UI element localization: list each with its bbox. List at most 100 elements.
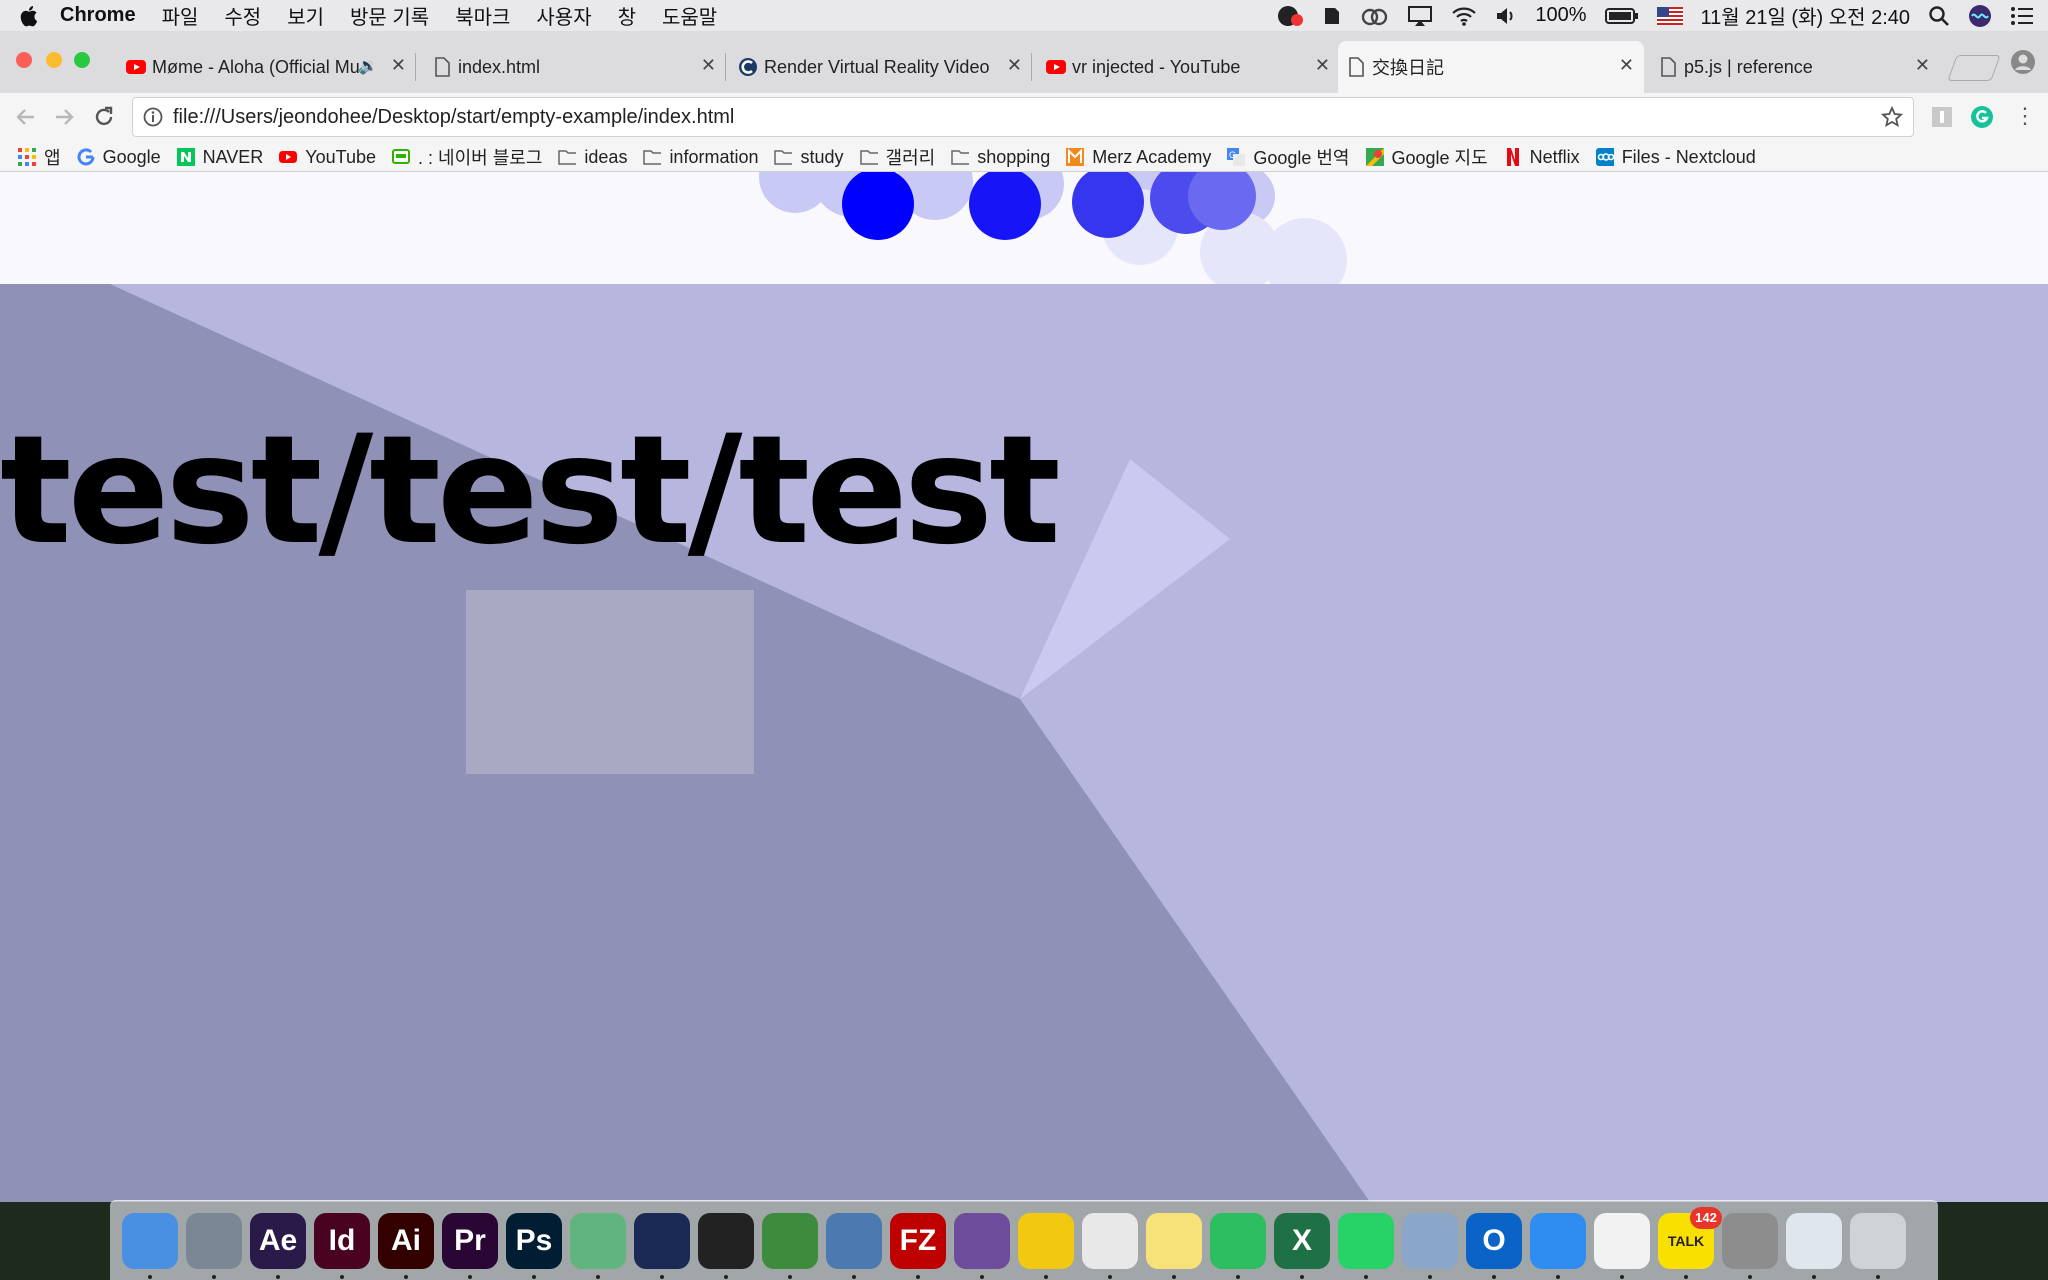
tab-close-icon[interactable]: ✕ xyxy=(391,55,406,76)
outlook-icon[interactable]: O xyxy=(1466,1212,1522,1279)
tab-exchange-diary-active[interactable]: 交換日記 ✕ xyxy=(1338,41,1644,93)
python-launcher-icon[interactable] xyxy=(826,1212,882,1279)
menu-people[interactable]: 사용자 xyxy=(536,1,591,30)
volume-icon[interactable] xyxy=(1495,6,1517,26)
illustrator-icon[interactable]: Ai xyxy=(378,1212,434,1279)
chrome-menu-icon[interactable]: ⋮ xyxy=(2014,103,2036,129)
itunes-icon[interactable] xyxy=(1594,1212,1650,1279)
launchpad-icon[interactable] xyxy=(186,1212,242,1279)
bookmark-folder-study[interactable]: study xyxy=(774,147,844,168)
cinema4d-icon[interactable] xyxy=(634,1212,690,1279)
bookmark-apps[interactable]: 앱 xyxy=(18,144,61,170)
bookmark-google-maps[interactable]: Google 지도 xyxy=(1365,144,1488,170)
tab-mome-aloha[interactable]: Møme - Aloha (Official Mu 🔉 ✕ xyxy=(118,41,416,93)
system-preferences-icon[interactable] xyxy=(1722,1212,1778,1279)
bookmark-folder-information[interactable]: information xyxy=(643,147,758,168)
new-tab-button[interactable] xyxy=(1947,55,2001,81)
youtube-icon xyxy=(279,148,298,166)
bookmark-google[interactable]: Google xyxy=(77,147,161,168)
github-desktop-icon[interactable] xyxy=(954,1212,1010,1279)
tab-close-icon[interactable]: ✕ xyxy=(1619,55,1634,76)
input-source-flag-icon[interactable] xyxy=(1656,6,1683,25)
wifi-icon[interactable] xyxy=(1451,6,1477,26)
indesign-icon[interactable]: Id xyxy=(314,1212,370,1279)
back-arrow-icon[interactable] xyxy=(14,105,38,134)
menu-file[interactable]: 파일 xyxy=(162,1,199,30)
notification-center-icon[interactable] xyxy=(2010,6,2034,26)
window-close-button[interactable] xyxy=(16,52,32,68)
menu-window[interactable]: 창 xyxy=(618,1,636,30)
app-menu-chrome[interactable]: Chrome xyxy=(60,4,136,27)
bookmark-naver[interactable]: NAVER xyxy=(176,147,263,168)
menubar-clock[interactable]: 11월 21일 (화) 오전 2:40 xyxy=(1701,1,1910,30)
running-indicator xyxy=(724,1274,728,1279)
unity-icon[interactable] xyxy=(698,1212,754,1279)
excel-icon[interactable]: X xyxy=(1274,1212,1330,1279)
bookmark-youtube[interactable]: YouTube xyxy=(279,147,376,168)
info-icon[interactable] xyxy=(143,107,163,127)
grammarly-icon[interactable] xyxy=(1970,105,1994,134)
android-studio-icon[interactable] xyxy=(762,1212,818,1279)
finder-icon[interactable] xyxy=(122,1212,178,1279)
trash-icon[interactable] xyxy=(1850,1212,1906,1279)
apple-menu-icon[interactable] xyxy=(0,5,60,27)
running-indicator xyxy=(148,1274,152,1279)
atom-icon[interactable] xyxy=(570,1212,626,1279)
window-minimize-button[interactable] xyxy=(46,52,62,68)
bookmark-naver-blog[interactable]: . : 네이버 블로그 xyxy=(392,144,542,170)
evernote-icon[interactable] xyxy=(1210,1212,1266,1279)
address-bar[interactable]: file:///Users/jeondohee/Desktop/start/em… xyxy=(132,97,1914,137)
airplay-icon[interactable] xyxy=(1407,5,1433,27)
spotlight-search-icon[interactable] xyxy=(1928,5,1950,27)
url-text[interactable]: file:///Users/jeondohee/Desktop/start/em… xyxy=(173,106,734,129)
chrome-icon[interactable] xyxy=(1082,1212,1138,1279)
menu-edit[interactable]: 수정 xyxy=(224,1,261,30)
window-zoom-button[interactable] xyxy=(74,52,90,68)
tab-close-icon[interactable]: ✕ xyxy=(1915,55,1930,76)
menu-view[interactable]: 보기 xyxy=(287,1,324,30)
tab-close-icon[interactable]: ✕ xyxy=(1315,55,1330,76)
bookmark-merz-academy[interactable]: Merz Academy xyxy=(1066,147,1211,168)
menu-bookmarks[interactable]: 북마크 xyxy=(455,1,510,30)
siri-icon[interactable] xyxy=(1968,4,1992,28)
evernote-menu-icon[interactable] xyxy=(1321,4,1343,28)
bookmark-folder-ideas[interactable]: ideas xyxy=(558,147,627,168)
bookmark-nextcloud[interactable]: Files - Nextcloud xyxy=(1595,147,1756,168)
page-viewport: test/test/test xyxy=(0,172,2048,1202)
battery-icon[interactable] xyxy=(1604,7,1639,25)
creative-cloud-icon[interactable] xyxy=(1361,6,1389,26)
bookmark-google-translate[interactable]: G Google 번역 xyxy=(1227,144,1350,170)
preview-icon[interactable] xyxy=(1402,1212,1458,1279)
dock-badge: 142 xyxy=(1690,1206,1722,1229)
page-heading[interactable]: test/test/test xyxy=(0,404,1061,578)
cyberduck-icon[interactable] xyxy=(1018,1212,1074,1279)
tab-close-icon[interactable]: ✕ xyxy=(1007,55,1022,76)
notification-app-icon[interactable] xyxy=(1277,4,1304,28)
dock-item-label: Ai xyxy=(391,1223,421,1257)
python-icon[interactable] xyxy=(1786,1212,1842,1279)
whatsapp-icon[interactable] xyxy=(1338,1212,1394,1279)
profile-avatar-icon[interactable] xyxy=(2010,49,2036,80)
kakaotalk-icon[interactable]: TALK 142 xyxy=(1658,1206,1722,1279)
bookmark-folder-shopping[interactable]: shopping xyxy=(951,147,1050,168)
filezilla-icon[interactable]: FZ xyxy=(890,1212,946,1279)
bookmark-netflix[interactable]: Netflix xyxy=(1504,147,1580,168)
tab-index-html[interactable]: index.html ✕ xyxy=(424,41,726,93)
bookmark-star-icon[interactable] xyxy=(1880,105,1904,134)
after-effects-icon[interactable]: Ae xyxy=(250,1212,306,1279)
safari-icon[interactable] xyxy=(1530,1212,1586,1279)
forward-arrow-icon[interactable] xyxy=(52,105,76,134)
menu-history[interactable]: 방문 기록 xyxy=(350,1,429,30)
notes-icon[interactable] xyxy=(1146,1212,1202,1279)
extension-instapaper-icon[interactable] xyxy=(1930,105,1954,134)
menu-help[interactable]: 도움말 xyxy=(662,1,717,30)
photoshop-icon[interactable]: Ps xyxy=(506,1212,562,1279)
tab-p5js-reference[interactable]: p5.js | reference ✕ xyxy=(1650,41,1940,93)
bookmark-folder-gallery[interactable]: 갤러리 xyxy=(859,144,935,170)
tab-render-vr-video[interactable]: Render Virtual Reality Video ✕ xyxy=(730,41,1032,93)
premiere-icon[interactable]: Pr xyxy=(442,1212,498,1279)
reload-icon[interactable] xyxy=(92,105,116,134)
tab-vr-injected[interactable]: vr injected - YouTube ✕ xyxy=(1038,41,1340,93)
tab-audio-icon[interactable]: 🔉 xyxy=(358,56,378,76)
tab-close-icon[interactable]: ✕ xyxy=(701,55,716,76)
